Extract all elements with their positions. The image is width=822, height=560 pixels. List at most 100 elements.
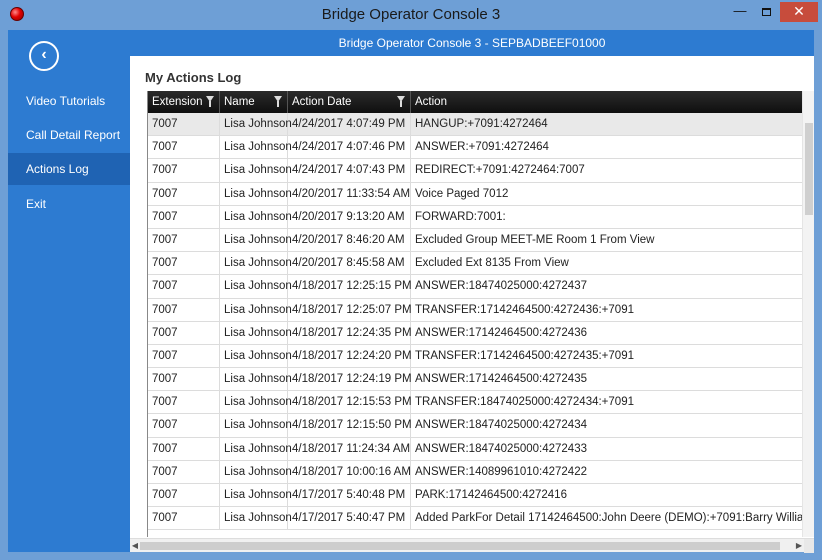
cell-action-date: 4/20/2017 9:13:20 AM — [288, 205, 411, 229]
table-row[interactable]: 7007 Lisa Johnson 4/24/2017 4:07:43 PM REDI… — [148, 159, 802, 183]
cell-extension: 7007 — [148, 507, 220, 531]
sidebar: ‹ Video Tutorials Call Detail Report Act… — [8, 30, 130, 552]
column-header-action-date[interactable]: Action Date — [288, 91, 411, 113]
cell-action: HANGUP:+7091:4272464 — [415, 118, 548, 130]
close-button[interactable]: ✕ — [780, 2, 818, 22]
cell-action: ANSWER:+7091:4272464 — [415, 141, 549, 154]
cell-action-date: 4/18/2017 12:25:07 PM — [288, 298, 412, 322]
table-row[interactable]: 7007 Lisa Johnson 4/18/2017 12:15:50 PM ANS… — [148, 414, 802, 438]
cell-name: Lisa Johnson — [220, 391, 292, 415]
table-row[interactable]: 7007 Lisa Johnson 4/18/2017 12:25:07 PM TRA… — [148, 298, 802, 322]
header-subtitle: Bridge Operator Console 3 - SEPBADBEEF01… — [338, 36, 606, 50]
sidebar-item-video-tutorials[interactable]: Video Tutorials — [8, 85, 130, 117]
table-row[interactable]: 7007 Lisa Johnson 4/18/2017 12:24:35 PM ANS… — [148, 321, 802, 345]
cell-action: PARK:17142464500:4272416 — [415, 489, 567, 501]
page-title: My Actions Log — [145, 70, 242, 85]
table-row[interactable]: 7007 Lisa Johnson 4/18/2017 12:25:15 PM ANS… — [148, 275, 802, 299]
cell-name: Lisa Johnson — [220, 275, 292, 299]
cell-name: Lisa Johnson — [220, 414, 292, 438]
back-arrow-icon: ‹ — [41, 46, 47, 63]
cell-action-date: 4/18/2017 12:24:35 PM — [288, 321, 412, 345]
table-row[interactable]: 7007 Lisa Johnson 4/18/2017 12:24:19 PM ANS… — [148, 368, 802, 392]
cell-name: Lisa Johnson — [220, 321, 292, 345]
cell-extension: 7007 — [148, 484, 220, 507]
cell-action-date: 4/17/2017 5:40:48 PM — [288, 484, 411, 507]
table-row[interactable]: 7007 Lisa Johnson 4/18/2017 12:15:53 PM TRA… — [148, 391, 802, 415]
cell-extension: 7007 — [148, 205, 220, 229]
cell-name: Lisa Johnson — [220, 228, 292, 252]
table-row[interactable]: 7007 Lisa Johnson 4/20/2017 9:13:20 AM FORW… — [148, 205, 802, 229]
table-row[interactable]: 7007 Lisa Johnson 4/18/2017 10:00:16 AM ANS… — [148, 460, 802, 484]
cell-action-date: 4/24/2017 4:07:46 PM — [288, 136, 411, 160]
table-row[interactable]: 7007 Lisa Johnson 4/18/2017 11:24:34 AM ANS… — [148, 437, 802, 461]
cell-extension: 7007 — [148, 460, 220, 484]
table-row[interactable]: 7007 Lisa Johnson 4/20/2017 8:45:58 AM Excl… — [148, 252, 802, 276]
cell-extension: 7007 — [148, 182, 220, 206]
maximize-icon — [761, 7, 771, 16]
cell-extension: 7007 — [148, 228, 220, 252]
table-row[interactable]: 7007 Lisa Johnson 4/24/2017 4:07:49 PM HANG… — [148, 113, 802, 137]
sidebar-item-label: Call Detail Report — [26, 128, 121, 142]
table-row[interactable]: 7007 Lisa Johnson 4/17/2017 5:40:47 PM Adde… — [148, 507, 802, 531]
cell-action: Voice Paged 7012 — [415, 187, 509, 200]
cell-action: REDIRECT:+7091:4272464:7007 — [415, 164, 585, 177]
cell-action: TRANSFER:17142464500:4272436:+7091 — [415, 303, 634, 316]
minimize-button[interactable]: — — [727, 2, 753, 22]
cell-name: Lisa Johnson — [220, 368, 292, 392]
filter-icon[interactable] — [274, 96, 282, 107]
table-row[interactable]: 7007 Lisa Johnson 4/18/2017 12:24:20 PM TRA… — [148, 344, 802, 369]
vertical-scrollbar[interactable] — [802, 91, 814, 537]
maximize-button[interactable] — [753, 2, 779, 22]
sidebar-item-exit[interactable]: Exit — [8, 188, 130, 220]
table-row[interactable]: 7007 Lisa Johnson 4/24/2017 4:07:46 PM ANSW… — [148, 136, 802, 160]
column-header-extension[interactable]: Extension — [148, 91, 220, 113]
scroll-left-icon[interactable]: ◀ — [130, 539, 140, 553]
cell-extension: 7007 — [148, 252, 220, 276]
application-window: Bridge Operator Console 3 — ✕ ‹ Video Tu… — [0, 0, 822, 560]
cell-action: Added ParkFor Detail 17142464500:John De… — [415, 512, 802, 525]
client-area: ‹ Video Tutorials Call Detail Report Act… — [8, 30, 814, 552]
cell-action: ANSWER:18474025000:4272437 — [415, 280, 587, 293]
cell-action: ANSWER:18474025000:4272434 — [415, 419, 587, 432]
table-row[interactable]: 7007 Lisa Johnson 4/20/2017 8:46:20 AM Excl… — [148, 228, 802, 253]
sidebar-item-call-detail-report[interactable]: Call Detail Report — [8, 119, 130, 151]
cell-name: Lisa Johnson — [220, 484, 292, 507]
sidebar-item-label: Video Tutorials — [26, 94, 106, 108]
filter-icon[interactable] — [397, 96, 405, 107]
filter-icon[interactable] — [206, 96, 214, 107]
cell-action: Excluded Ext 8135 From View — [415, 257, 569, 270]
column-header-label: Action — [415, 96, 447, 108]
title-bar[interactable]: Bridge Operator Console 3 — ✕ — [0, 0, 822, 30]
scrollbar-corner — [804, 539, 814, 553]
cell-extension: 7007 — [148, 136, 220, 160]
vertical-scroll-thumb[interactable] — [805, 123, 813, 215]
cell-action: TRANSFER:17142464500:4272435:+7091 — [415, 349, 634, 362]
back-button[interactable]: ‹ — [29, 41, 59, 71]
sidebar-item-actions-log[interactable]: Actions Log — [8, 153, 130, 185]
sidebar-item-label: Exit — [26, 197, 47, 211]
cell-action-date: 4/18/2017 12:24:20 PM — [288, 344, 412, 368]
cell-extension: 7007 — [148, 344, 220, 368]
table-row[interactable]: 7007 Lisa Johnson 4/20/2017 11:33:54 AM Voi… — [148, 182, 802, 206]
column-header-action[interactable]: Action — [411, 91, 802, 113]
cell-extension: 7007 — [148, 275, 220, 299]
column-header-label: Name — [224, 96, 255, 108]
cell-action-date: 4/20/2017 8:45:58 AM — [288, 252, 411, 276]
scroll-right-icon[interactable]: ▶ — [794, 539, 804, 553]
cell-name: Lisa Johnson — [220, 205, 292, 229]
cell-action: ANSWER:17142464500:4272435 — [415, 373, 587, 386]
cell-action-date: 4/18/2017 12:15:53 PM — [288, 391, 412, 415]
horizontal-scroll-thumb[interactable] — [140, 542, 780, 550]
cell-extension: 7007 — [148, 113, 220, 136]
column-header-label: Action Date — [292, 96, 352, 108]
cell-name: Lisa Johnson — [220, 507, 292, 531]
column-header-name[interactable]: Name — [220, 91, 288, 113]
cell-name: Lisa Johnson — [220, 113, 292, 136]
table-body: 7007 Lisa Johnson 4/24/2017 4:07:49 PM HANG… — [148, 113, 802, 531]
table-header: Extension Name Action Date Action — [148, 91, 802, 113]
minimize-icon: — — [733, 3, 747, 18]
table-row[interactable]: 7007 Lisa Johnson 4/17/2017 5:40:48 PM PARK… — [148, 484, 802, 508]
cell-name: Lisa Johnson — [220, 298, 292, 322]
horizontal-scrollbar[interactable]: ◀ ▶ — [130, 538, 814, 553]
cell-action: Excluded Group MEET-ME Room 1 From View — [415, 233, 655, 246]
